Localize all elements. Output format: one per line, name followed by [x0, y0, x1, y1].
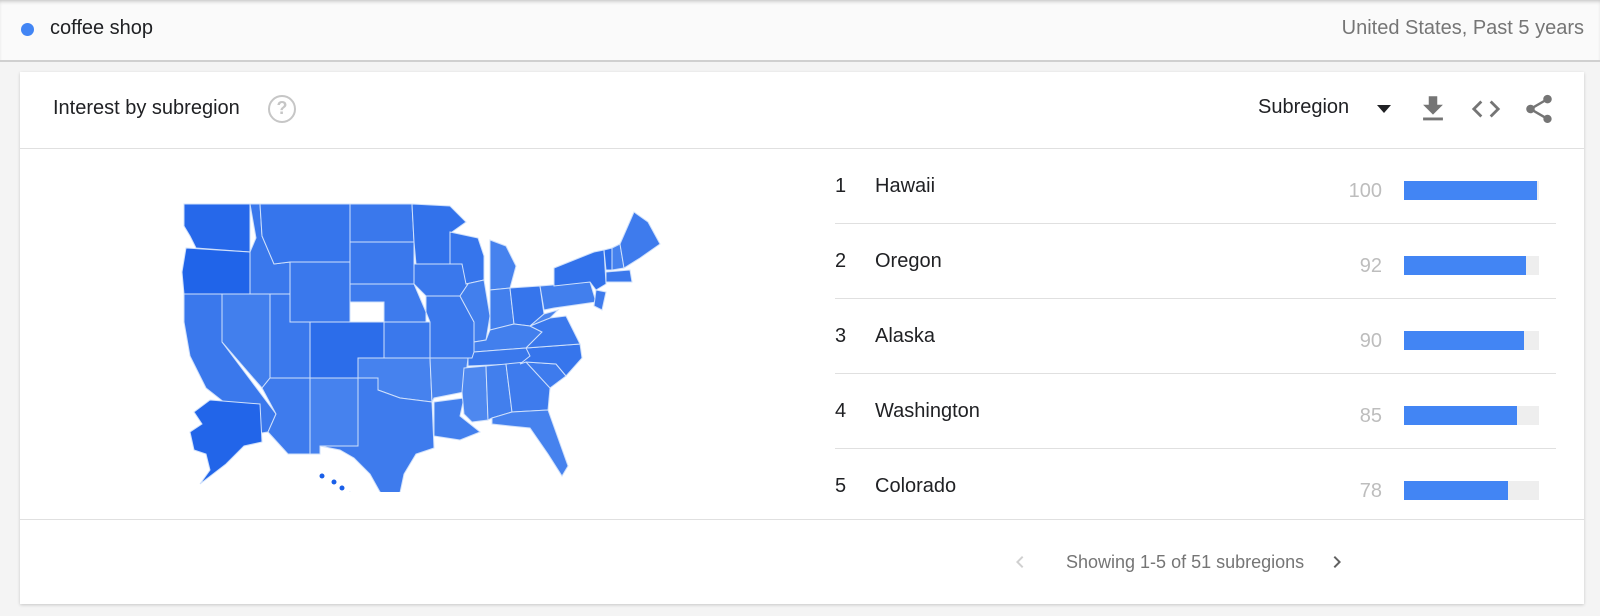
- hawaii-island: [331, 479, 337, 485]
- state-ma[interactable]: [605, 269, 633, 283]
- state-me[interactable]: [619, 211, 661, 269]
- state-vt[interactable]: [603, 247, 613, 271]
- chevron-right-icon[interactable]: [1325, 550, 1349, 574]
- chevron-left-icon[interactable]: [1008, 550, 1032, 574]
- pager-status: Showing 1-5 of 51 subregions: [1066, 552, 1305, 572]
- state-nj[interactable]: [593, 289, 607, 311]
- state-ia[interactable]: [413, 263, 469, 297]
- ranking-row[interactable]: 2 Oregon 92: [835, 224, 1556, 299]
- help-circle-icon[interactable]: ?: [268, 95, 296, 123]
- term-color-dot: [21, 23, 34, 36]
- interest-bar-fill: [1404, 406, 1518, 425]
- state-sd[interactable]: [349, 241, 415, 285]
- card-footer: Showing 1-5 of 51 subregions: [20, 519, 1584, 604]
- ranking-row[interactable]: 4 Washington 85: [835, 374, 1556, 449]
- interest-value: 92: [1359, 255, 1382, 277]
- state-nm[interactable]: [309, 377, 359, 455]
- state-ms[interactable]: [461, 365, 489, 423]
- interest-bar-track: [1404, 256, 1539, 275]
- rank-number: 2: [835, 250, 847, 272]
- ranking-row[interactable]: 1 Hawaii 100: [835, 149, 1556, 224]
- interest-bar-track: [1404, 406, 1539, 425]
- interest-by-subregion-card: Interest by subregion ? Subregion 1 Hawai…: [20, 72, 1584, 604]
- ranking-row[interactable]: 3 Alaska 90: [835, 299, 1556, 374]
- ranking-list: 1 Hawaii 100 2 Oregon 92 3 Alaska 90 4 Washington 8…: [835, 149, 1556, 524]
- interest-bar-fill: [1404, 256, 1527, 275]
- state-mt[interactable]: [259, 203, 351, 265]
- state-fl[interactable]: [491, 409, 569, 477]
- search-term: coffee shop: [50, 17, 154, 39]
- ranking-row[interactable]: 5 Colorado 78: [835, 449, 1556, 524]
- region-name[interactable]: Washington: [875, 400, 980, 423]
- geo-time-scope: United States, Past 5 years: [1341, 17, 1584, 39]
- map-svg[interactable]: [150, 192, 670, 505]
- state-nd[interactable]: [349, 203, 415, 243]
- state-mi[interactable]: [489, 239, 517, 291]
- state-wa[interactable]: [183, 203, 251, 253]
- interest-bar-track: [1404, 331, 1539, 350]
- card-header: Interest by subregion ? Subregion: [20, 72, 1584, 149]
- interest-value: 100: [1348, 180, 1382, 202]
- region-name[interactable]: Colorado: [875, 475, 956, 498]
- hawaii-island: [319, 473, 325, 479]
- us-choropleth-map[interactable]: [150, 192, 670, 505]
- state-wy[interactable]: [289, 261, 351, 323]
- state-or[interactable]: [181, 247, 251, 295]
- state-ks[interactable]: [383, 321, 431, 359]
- interest-value: 78: [1359, 480, 1382, 502]
- rank-number: 1: [835, 175, 847, 197]
- share-icon[interactable]: [1522, 92, 1556, 126]
- search-term-bar: coffee shop United States, Past 5 years: [0, 0, 1600, 62]
- state-ne[interactable]: [349, 283, 427, 323]
- resolution-select[interactable]: Subregion: [1258, 96, 1349, 119]
- card-title: Interest by subregion: [53, 97, 240, 119]
- region-name[interactable]: Hawaii: [875, 175, 935, 198]
- interest-bar-fill: [1404, 181, 1537, 200]
- rank-number: 4: [835, 400, 847, 422]
- download-icon[interactable]: [1416, 92, 1450, 126]
- state-pa[interactable]: [539, 281, 597, 311]
- interest-value: 90: [1359, 330, 1382, 352]
- state-ak[interactable]: [189, 399, 263, 485]
- region-name[interactable]: Alaska: [875, 325, 935, 348]
- hawaii-island: [339, 485, 345, 491]
- interest-value: 85: [1359, 405, 1382, 427]
- code-icon[interactable]: [1469, 92, 1503, 126]
- rank-number: 3: [835, 325, 847, 347]
- interest-bar-fill: [1404, 331, 1524, 350]
- region-name[interactable]: Oregon: [875, 250, 942, 273]
- caret-down-icon[interactable]: [1377, 105, 1391, 113]
- interest-bar-track: [1404, 181, 1539, 200]
- interest-bar-track: [1404, 481, 1539, 500]
- rank-number: 5: [835, 475, 847, 497]
- interest-bar-fill: [1404, 481, 1508, 500]
